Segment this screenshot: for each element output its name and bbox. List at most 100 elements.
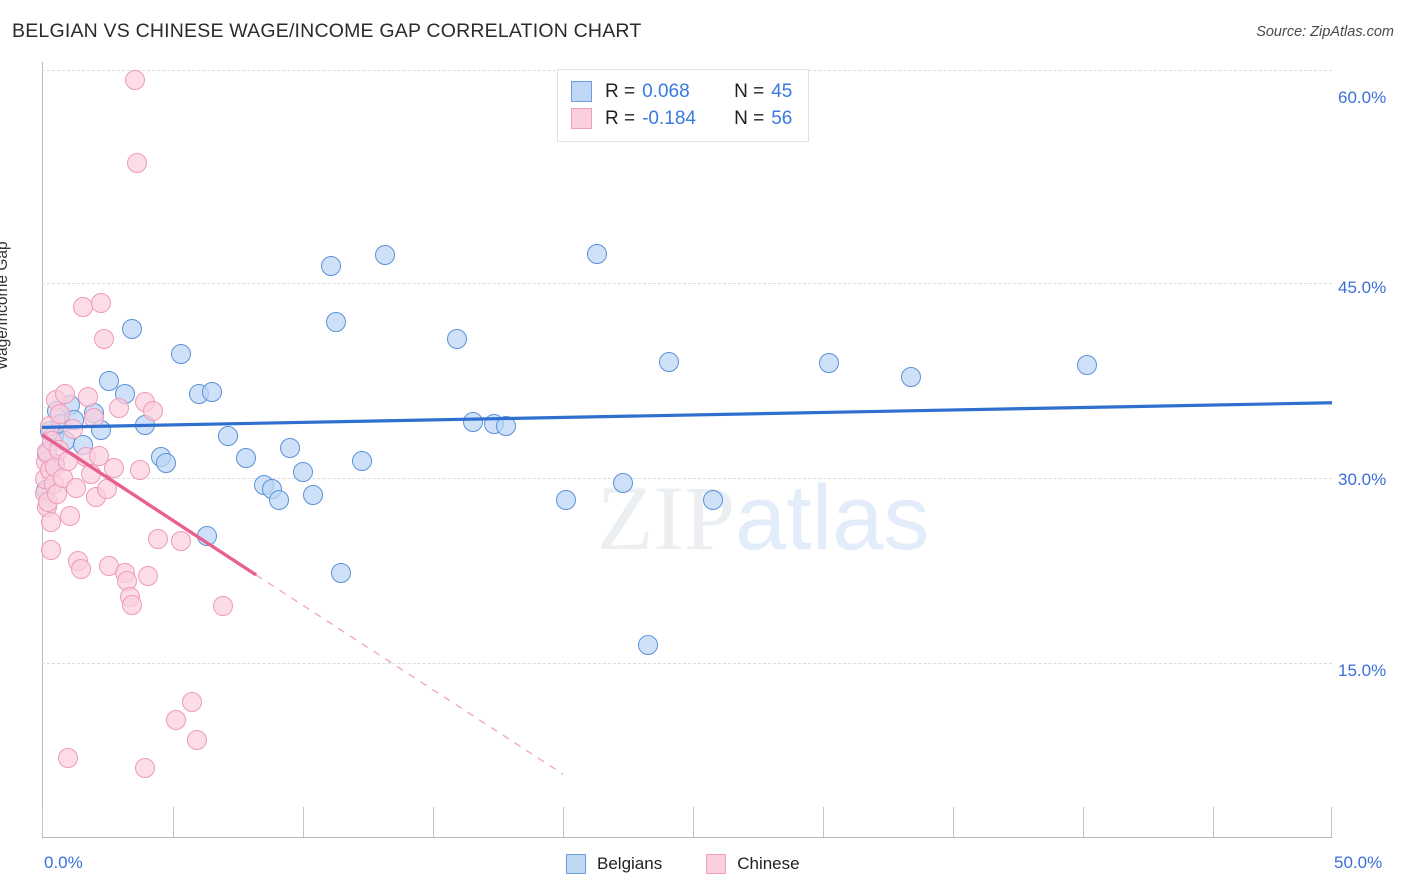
data-point-belgians	[447, 328, 468, 349]
series-legend: Belgians Chinese	[566, 851, 844, 877]
x-axis-line	[42, 837, 1332, 838]
data-point-belgians	[1076, 354, 1097, 375]
data-point-belgians	[638, 635, 659, 656]
n-value-chinese: 56	[771, 107, 793, 129]
data-point-chinese	[171, 530, 192, 551]
data-point-chinese	[60, 505, 81, 526]
x-tick	[1331, 807, 1332, 837]
data-point-chinese	[83, 407, 104, 428]
data-point-belgians	[279, 438, 300, 459]
data-point-chinese	[41, 540, 62, 561]
data-point-chinese	[62, 418, 83, 439]
data-point-belgians	[586, 243, 607, 264]
data-point-belgians	[235, 448, 256, 469]
data-point-chinese	[41, 512, 62, 533]
page-title: BELGIAN VS CHINESE WAGE/INCOME GAP CORRE…	[12, 20, 642, 42]
x-axis-max-label: 50.0%	[1334, 853, 1383, 872]
x-tick	[823, 807, 824, 837]
data-point-chinese	[148, 529, 169, 550]
r-label: R =	[605, 107, 636, 129]
stats-row-belgians: R = 0.068 N = 45	[571, 78, 792, 105]
x-tick	[303, 807, 304, 837]
source-attribution: Source: ZipAtlas.com	[1256, 24, 1394, 40]
x-tick	[953, 807, 954, 837]
x-tick	[693, 807, 694, 837]
gridline-15	[42, 663, 1332, 664]
data-point-belgians	[122, 318, 143, 339]
data-point-belgians	[292, 461, 313, 482]
x-tick	[42, 807, 43, 837]
watermark-atlas: atlas	[735, 467, 930, 569]
data-point-belgians	[217, 425, 238, 446]
data-point-chinese	[104, 457, 125, 478]
data-point-chinese	[127, 152, 148, 173]
data-point-chinese	[93, 328, 114, 349]
data-point-chinese	[181, 691, 202, 712]
r-label: R =	[605, 80, 636, 102]
gridline-30	[42, 478, 1332, 479]
x-tick	[173, 807, 174, 837]
data-point-chinese	[122, 594, 143, 615]
data-point-belgians	[197, 525, 218, 546]
x-tick	[433, 807, 434, 837]
data-point-chinese	[186, 729, 207, 750]
data-point-belgians	[155, 453, 176, 474]
trend-lines	[41, 401, 1333, 775]
y-tick-label-60: 60.0%	[1338, 88, 1387, 107]
data-point-chinese	[78, 386, 99, 407]
legend-swatch-chinese-icon	[706, 854, 727, 874]
n-value-belgians: 45	[771, 80, 793, 102]
r-value-chinese: -0.184	[642, 107, 696, 129]
data-point-chinese	[91, 293, 112, 314]
data-point-chinese	[137, 566, 158, 587]
data-point-belgians	[331, 562, 352, 583]
y-tick-label-30: 30.0%	[1338, 470, 1387, 489]
gridline-45	[42, 283, 1332, 284]
legend-label-chinese: Chinese	[737, 854, 800, 873]
data-point-belgians	[555, 489, 576, 510]
data-point-chinese	[212, 595, 233, 616]
data-point-belgians	[202, 381, 223, 402]
x-axis-min-label: 0.0%	[44, 853, 83, 872]
data-point-belgians	[462, 412, 483, 433]
legend-swatch-belgians	[571, 81, 592, 102]
n-label: N =	[734, 107, 765, 129]
y-axis-title: Wage/Income Gap	[0, 241, 11, 370]
data-point-belgians	[302, 485, 323, 506]
legend-swatch-belgians-icon	[566, 854, 586, 874]
data-point-belgians	[171, 343, 192, 364]
data-point-chinese	[96, 478, 117, 499]
x-tick	[1213, 807, 1214, 837]
data-point-chinese	[57, 450, 78, 471]
legend-swatch-chinese	[571, 108, 592, 129]
r-value-belgians: 0.068	[642, 80, 690, 102]
data-point-belgians	[658, 352, 679, 373]
data-point-belgians	[375, 245, 396, 266]
data-point-belgians	[702, 489, 723, 510]
data-point-chinese	[124, 70, 145, 91]
legend-item-chinese[interactable]: Chinese	[706, 854, 800, 874]
data-point-chinese	[135, 758, 156, 779]
stats-row-chinese: R = -0.184 N = 56	[571, 105, 792, 132]
x-tick	[1083, 807, 1084, 837]
data-point-chinese	[73, 296, 94, 317]
data-point-belgians	[818, 353, 839, 374]
data-point-belgians	[901, 366, 922, 387]
scatter-plot-area: ZIPatlas	[34, 62, 1333, 837]
data-point-chinese	[109, 397, 130, 418]
data-point-chinese	[57, 748, 78, 769]
trendline-extension-chinese	[255, 574, 564, 775]
trendline-belgians	[41, 401, 1333, 429]
correlation-stats-legend: R = 0.068 N = 45 R = -0.184 N = 56	[557, 69, 810, 142]
data-point-belgians	[326, 311, 347, 332]
zipatlas-watermark: ZIPatlas	[597, 472, 929, 564]
y-tick-label-15: 15.0%	[1338, 661, 1387, 680]
y-tick-label-45: 45.0%	[1338, 278, 1387, 297]
data-point-belgians	[496, 416, 517, 437]
legend-item-belgians[interactable]: Belgians	[566, 854, 662, 874]
data-point-belgians	[269, 489, 290, 510]
data-point-chinese	[142, 401, 163, 422]
x-tick	[563, 807, 564, 837]
data-point-chinese	[166, 710, 187, 731]
data-point-belgians	[612, 472, 633, 493]
